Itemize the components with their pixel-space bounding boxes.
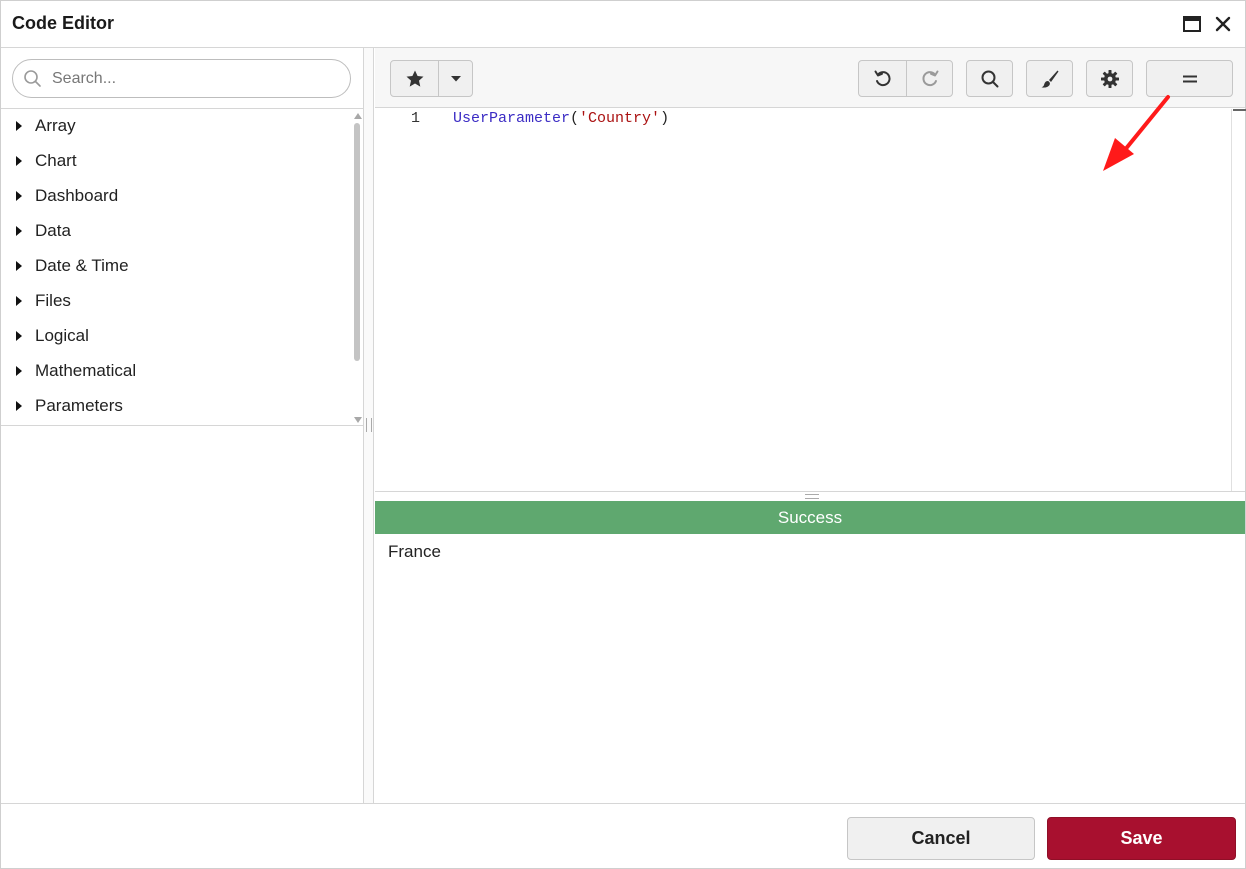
favorites-button[interactable] xyxy=(391,61,438,96)
tree-item-chart[interactable]: Chart xyxy=(1,144,351,179)
tree-item-date-time[interactable]: Date & Time xyxy=(1,249,351,284)
undo-button[interactable] xyxy=(859,61,906,96)
tree-item-label: Files xyxy=(35,291,71,310)
tree-item-label: Mathematical xyxy=(35,361,137,380)
history-button-group xyxy=(858,60,953,97)
status-text: Success xyxy=(777,507,843,527)
tree-item-label: Array xyxy=(35,116,76,135)
tree-item-mathematical[interactable]: Mathematical xyxy=(1,354,351,389)
code-paren-close: ) xyxy=(660,110,670,127)
code-paren-open: ( xyxy=(570,110,580,127)
scroll-position-marker xyxy=(1233,109,1246,111)
caret-right-icon xyxy=(16,121,22,131)
scrollbar-thumb[interactable] xyxy=(354,123,360,361)
tree-item-logical[interactable]: Logical xyxy=(1,319,351,354)
editor-scrollbar[interactable] xyxy=(1231,109,1246,491)
splitter-grip-icon xyxy=(805,494,819,499)
horizontal-splitter[interactable] xyxy=(375,491,1245,501)
redo-button[interactable] xyxy=(906,61,952,96)
evaluate-button[interactable] xyxy=(1146,60,1233,97)
code-function-token: UserParameter xyxy=(453,110,571,127)
close-icon xyxy=(1215,16,1231,32)
redo-icon xyxy=(922,70,939,86)
search-input[interactable] xyxy=(52,66,342,92)
caret-right-icon xyxy=(16,296,22,306)
search-box xyxy=(12,59,351,98)
scroll-up-icon[interactable] xyxy=(354,113,362,119)
dialog-title: Code Editor xyxy=(12,13,114,33)
maximize-button[interactable] xyxy=(1181,13,1203,35)
tree-item-files[interactable]: Files xyxy=(1,284,351,319)
find-button[interactable] xyxy=(966,60,1013,97)
equals-icon xyxy=(1182,75,1197,82)
scroll-down-icon[interactable] xyxy=(354,417,362,423)
code-editor-dialog: Code Editor Array xyxy=(0,0,1246,869)
function-browser-panel: Array Chart Dashboard Data Date & Time F… xyxy=(1,48,364,803)
editor-toolbar xyxy=(375,48,1245,108)
title-bar: Code Editor xyxy=(1,1,1245,48)
close-button[interactable] xyxy=(1212,13,1234,35)
caret-right-icon xyxy=(16,226,22,236)
settings-button[interactable] xyxy=(1086,60,1133,97)
caret-right-icon xyxy=(16,366,22,376)
code-string-token: 'Country' xyxy=(579,110,661,127)
result-output: France xyxy=(388,542,441,561)
search-icon xyxy=(981,70,998,87)
format-button[interactable] xyxy=(1026,60,1073,97)
caret-right-icon xyxy=(16,191,22,201)
splitter-grip-icon xyxy=(366,418,372,432)
caret-right-icon xyxy=(16,401,22,411)
caret-right-icon xyxy=(16,331,22,341)
line-number: 1 xyxy=(411,110,421,127)
undo-icon xyxy=(874,70,891,86)
tree-item-label: Parameters xyxy=(35,396,123,415)
tree-item-dashboard[interactable]: Dashboard xyxy=(1,179,351,214)
category-tree: Array Chart Dashboard Data Date & Time F… xyxy=(1,108,363,426)
search-icon xyxy=(24,70,41,87)
vertical-splitter[interactable] xyxy=(364,48,374,803)
save-button[interactable]: Save xyxy=(1047,817,1236,860)
cancel-button[interactable]: Cancel xyxy=(847,817,1035,860)
status-banner: Success xyxy=(375,501,1245,534)
tree-scrollbar[interactable] xyxy=(353,109,363,425)
tree-item-array[interactable]: Array xyxy=(1,109,351,144)
favorites-dropdown-button[interactable] xyxy=(438,61,472,96)
tree-item-data[interactable]: Data xyxy=(1,214,351,249)
code-editor[interactable]: 1 UserParameter('Country') xyxy=(375,109,1231,491)
caret-right-icon xyxy=(16,156,22,166)
code-line[interactable]: UserParameter('Country') xyxy=(453,110,669,127)
brush-icon xyxy=(1041,70,1058,88)
dialog-footer: Cancel Save xyxy=(1,803,1245,868)
tree-item-label: Chart xyxy=(35,151,77,170)
tree-item-parameters[interactable]: Parameters xyxy=(1,389,351,424)
chevron-down-icon xyxy=(450,75,461,81)
star-icon xyxy=(406,70,424,87)
tree-item-label: Data xyxy=(35,221,71,240)
tree-item-label: Dashboard xyxy=(35,186,119,205)
maximize-icon xyxy=(1183,16,1201,32)
editor-panel: 1 UserParameter('Country') Success Franc… xyxy=(375,48,1246,803)
tree-item-label: Logical xyxy=(35,326,89,345)
tree-item-label: Date & Time xyxy=(35,256,129,275)
caret-right-icon xyxy=(16,261,22,271)
favorites-button-group xyxy=(390,60,473,97)
gear-icon xyxy=(1100,69,1119,88)
